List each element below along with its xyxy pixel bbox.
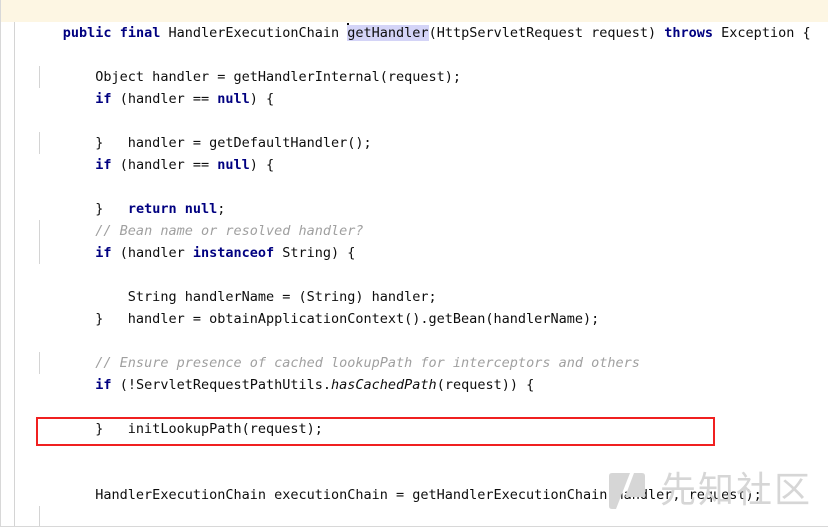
token-keyword: null xyxy=(217,157,250,173)
token-keyword: throws xyxy=(664,25,714,41)
indent-guide xyxy=(14,220,15,242)
token-keyword: null xyxy=(184,201,218,217)
token-keyword: if xyxy=(95,377,112,393)
indent-guide xyxy=(39,220,40,242)
token-keyword: if xyxy=(95,245,112,261)
code-line-22-text xyxy=(50,506,71,526)
code-line-21[interactable]: HandlerExecutionChain executionChain = g… xyxy=(1,440,828,503)
indent-guide xyxy=(14,484,15,506)
code-line-19-text xyxy=(50,440,71,462)
code-line-14-text xyxy=(50,330,71,352)
token-keyword: final xyxy=(119,25,161,41)
token-keyword: instanceof xyxy=(192,245,275,261)
code-line-19[interactable] xyxy=(1,396,828,418)
token-comment: // Bean name or resolved handler? xyxy=(95,223,364,239)
code-line-12-text: handler = obtainApplicationContext().get… xyxy=(62,311,600,327)
code-line-3[interactable]: if (handler == null) { xyxy=(1,44,828,107)
token-keyword: if xyxy=(95,157,112,173)
indent-guide xyxy=(14,154,15,176)
code-line-16-text: if (!ServletRequestPathUtils.hasCachedPa… xyxy=(95,377,535,393)
indent-guide xyxy=(14,132,15,154)
indent-guide xyxy=(14,44,15,66)
code-line-1[interactable]: public final HandlerExecutionChain getHa… xyxy=(1,0,828,41)
watermark: 先知社区 xyxy=(606,470,812,512)
indent-guide xyxy=(14,308,15,330)
code-line-2-text: Object handler = getHandlerInternal(requ… xyxy=(62,69,462,85)
indent-guide xyxy=(14,264,15,286)
code-line-3-text: if (handler == null) { xyxy=(95,91,275,107)
indent-guide xyxy=(39,132,40,154)
token-keyword: null xyxy=(217,91,250,107)
indent-guide xyxy=(14,374,15,396)
code-line-1-text: public final HandlerExecutionChain getHa… xyxy=(62,23,811,41)
code-line-5-text: } xyxy=(62,135,104,151)
token-static-method: hasCachedPath xyxy=(331,377,437,393)
indent-guide xyxy=(39,352,40,374)
indent-guide xyxy=(14,506,15,526)
code-line-6-text: if (handler == null) { xyxy=(95,157,275,173)
indent-guide xyxy=(14,176,15,198)
indent-guide xyxy=(14,88,15,110)
xianzhi-logo-icon xyxy=(608,473,645,509)
code-line-10-text: if (handler instanceof String) { xyxy=(95,245,356,261)
code-line-16[interactable]: if (!ServletRequestPathUtils.hasCachedPa… xyxy=(1,330,828,393)
indent-guide xyxy=(39,506,40,526)
indent-guide xyxy=(14,330,15,352)
code-editor-viewport[interactable]: public final HandlerExecutionChain getHa… xyxy=(0,0,828,527)
selected-identifier[interactable]: getHandler xyxy=(347,25,429,41)
indent-guide xyxy=(14,440,15,462)
indent-guide xyxy=(14,396,15,418)
code-lines-container[interactable]: public final HandlerExecutionChain getHa… xyxy=(1,0,828,526)
indent-guide xyxy=(14,22,15,44)
token-keyword: public xyxy=(62,25,112,41)
code-line-6[interactable]: if (handler == null) { xyxy=(1,110,828,173)
token-keyword: if xyxy=(95,91,112,107)
code-line-8-text: } xyxy=(62,201,104,217)
indent-guide xyxy=(14,352,15,374)
code-line-9-text: // Bean name or resolved handler? xyxy=(50,220,364,242)
code-line-13-text: } xyxy=(62,311,104,327)
code-line-9[interactable]: // Bean name or resolved handler? xyxy=(1,176,828,239)
indent-guide xyxy=(14,110,15,132)
code-line-11-text: String handlerName = (String) handler; xyxy=(62,289,437,305)
indent-guide xyxy=(39,66,40,88)
code-line-15-text: // Ensure presence of cached lookupPath … xyxy=(50,352,640,374)
code-line-13[interactable]: } xyxy=(1,264,828,327)
code-line-20-text xyxy=(50,462,71,484)
watermark-text: 先知社区 xyxy=(659,470,812,511)
indent-guide xyxy=(14,66,15,88)
indent-guide xyxy=(14,286,15,308)
indent-guide xyxy=(14,242,15,264)
indent-guide xyxy=(14,462,15,484)
indent-guide xyxy=(39,242,40,264)
token-comment: // Ensure presence of cached lookupPath … xyxy=(95,355,640,371)
code-line-18-text: } xyxy=(62,421,104,437)
indent-guide xyxy=(14,198,15,220)
token-keyword: return xyxy=(127,201,177,217)
indent-guide xyxy=(14,418,15,440)
